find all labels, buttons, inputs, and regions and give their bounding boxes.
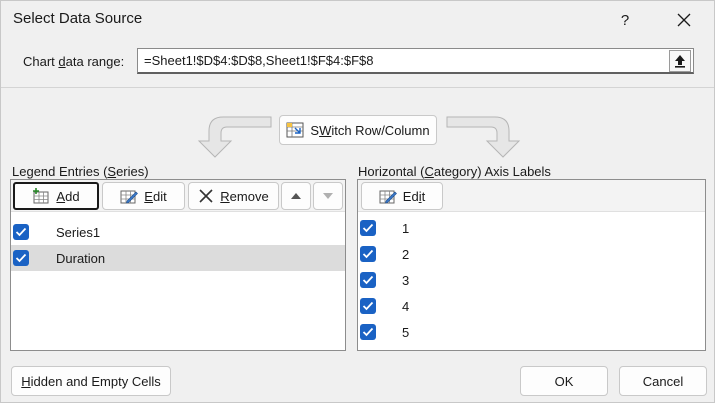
remove-label: Remove (220, 188, 269, 204)
move-down-button[interactable] (313, 182, 343, 210)
axis-label-checkbox[interactable] (360, 298, 376, 314)
axis-label-checkbox[interactable] (360, 220, 376, 236)
check-icon (362, 301, 374, 311)
axis-label-row[interactable]: 1 (358, 215, 705, 241)
series-checkbox[interactable] (13, 250, 29, 266)
switch-row-column-button[interactable]: SWitch Row/Column (279, 115, 437, 145)
remove-x-icon (199, 189, 213, 203)
axis-label-row[interactable]: 5 (358, 319, 705, 345)
triangle-up-icon (291, 193, 301, 199)
chart-data-range-label: Chart data range: (23, 54, 125, 69)
collapse-arrow-icon (675, 55, 685, 68)
check-icon (362, 223, 374, 233)
edit-axis-label: Edit (402, 188, 426, 204)
help-icon: ? (620, 11, 630, 29)
ok-label: OK (554, 373, 574, 389)
collapse-dialog-button[interactable] (669, 50, 691, 72)
series-name: Series1 (56, 225, 101, 240)
legend-entries-panel: Add Edit Remove Series1 Duration (10, 179, 346, 351)
cancel-button[interactable]: Cancel (619, 366, 707, 396)
edit-table-icon (120, 190, 139, 204)
series-row[interactable]: Series1 (11, 219, 345, 245)
switch-row-column-icon (286, 122, 304, 138)
axis-label-value: 2 (402, 247, 410, 262)
hidden-empty-cells-label: Hidden and Empty Cells (21, 373, 161, 389)
series-checkbox[interactable] (13, 224, 29, 240)
move-up-button[interactable] (281, 182, 311, 210)
hidden-empty-cells-button[interactable]: Hidden and Empty Cells (11, 366, 171, 396)
check-icon (362, 275, 374, 285)
check-icon (15, 227, 27, 237)
series-name: Duration (56, 251, 106, 266)
axis-label-value: 5 (402, 325, 410, 340)
axis-label-checkbox[interactable] (360, 272, 376, 288)
check-icon (15, 253, 27, 263)
cancel-label: Cancel (642, 373, 684, 389)
triangle-down-icon (323, 193, 333, 199)
edit-axis-labels-button[interactable]: Edit (361, 182, 443, 210)
axis-labels-panel: Edit 1 2 3 4 5 (357, 179, 706, 351)
axis-label-value: 1 (402, 221, 410, 236)
help-button[interactable]: ? (603, 1, 647, 39)
title-bar: Select Data Source ? (1, 1, 715, 39)
check-icon (362, 327, 374, 337)
axis-label-checkbox[interactable] (360, 246, 376, 262)
edit-series-label: Edit (144, 188, 167, 204)
axis-labels-label: Horizontal (Category) Axis Labels (358, 164, 551, 179)
switch-right-arrow-icon (446, 116, 521, 158)
add-table-icon (33, 188, 49, 204)
axis-toolbar: Edit (358, 180, 705, 212)
switch-row-column-label: SWitch Row/Column (310, 122, 430, 138)
dialog-title: Select Data Source (13, 10, 143, 27)
add-series-button[interactable]: Add (13, 182, 99, 210)
chart-data-range-input[interactable]: =Sheet1!$D$4:$D$8,Sheet1!$F$4:$F$8 (137, 48, 694, 74)
axis-label-value: 3 (402, 273, 410, 288)
series-row-selected[interactable]: Duration (11, 245, 345, 271)
check-icon (362, 249, 374, 259)
ok-button[interactable]: OK (520, 366, 608, 396)
remove-series-button[interactable]: Remove (188, 182, 279, 210)
axis-label-row[interactable]: 4 (358, 293, 705, 319)
close-button[interactable] (662, 1, 706, 39)
axis-label-checkbox[interactable] (360, 324, 376, 340)
edit-table-icon (379, 190, 397, 204)
switch-left-arrow-icon (197, 116, 272, 158)
legend-toolbar: Add Edit Remove (11, 180, 345, 212)
add-label: Add (56, 188, 80, 204)
axis-label-row[interactable]: 2 (358, 241, 705, 267)
close-icon (677, 13, 691, 27)
select-data-source-dialog: Select Data Source ? Chart data range: =… (0, 0, 715, 403)
axis-label-value: 4 (402, 299, 410, 314)
legend-entries-label: Legend Entries (Series) (12, 164, 149, 179)
axis-label-row[interactable]: 3 (358, 267, 705, 293)
edit-series-button[interactable]: Edit (102, 182, 185, 210)
separator (1, 87, 714, 88)
